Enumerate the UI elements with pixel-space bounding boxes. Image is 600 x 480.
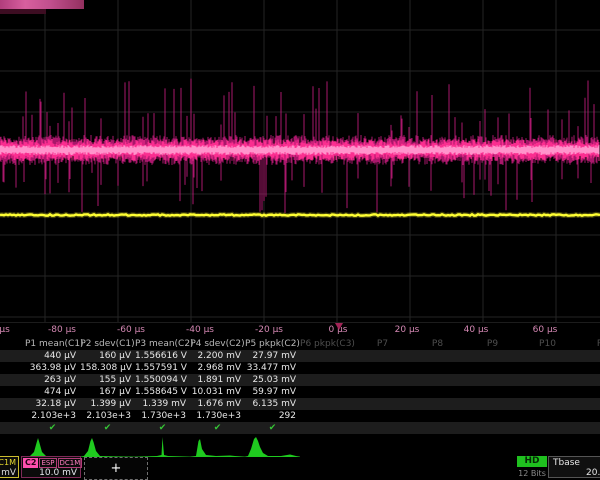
cell-p4-value: 2.200 mV (190, 350, 245, 362)
timebase-descriptor[interactable]: Tbase 20.0 μs/div (548, 456, 600, 478)
cell-p1-sdev: 32.18 μV (25, 398, 80, 410)
hd-bits-label: 12 Bits (512, 469, 552, 478)
cell-p5-num: 292 (245, 410, 300, 422)
table-row-sdev: 32.18 μV 1.399 μV 1.339 mV 1.676 mV 6.13… (0, 398, 600, 410)
table-row-num: 2.103e+3 2.103e+3 1.730e+3 1.730e+3 292 (0, 410, 600, 422)
timebase-scale: 20.0 μs/div (586, 468, 600, 478)
oscilloscope-screen: -100 μs -80 μs -60 μs -40 μs -20 μs 0 μs… (0, 0, 600, 480)
param-header-p7[interactable]: P7 (355, 338, 410, 350)
status-check-icon: ✔ (25, 422, 80, 434)
status-check-icon: ✔ (245, 422, 300, 434)
status-check-icon: ✔ (190, 422, 245, 434)
cell-p1-mean: 363.98 μV (25, 362, 80, 374)
param-header-p8[interactable]: P8 (410, 338, 465, 350)
param-header-p10[interactable]: P10 (520, 338, 575, 350)
status-check-icon: ✔ (80, 422, 135, 434)
param-header-p6[interactable]: P6 pkpk(C3) (300, 338, 355, 350)
cell-p3-sdev: 1.339 mV (135, 398, 190, 410)
cell-p1-num: 2.103e+3 (25, 410, 80, 422)
table-row-max: 474 μV 167 μV 1.558645 V 10.031 mV 59.97… (0, 386, 600, 398)
param-header-p9[interactable]: P9 (465, 338, 520, 350)
cell-p2-num: 2.103e+3 (80, 410, 135, 422)
param-header-p5[interactable]: P5 pkpk(C2) (245, 338, 300, 350)
cell-p2-sdev: 1.399 μV (80, 398, 135, 410)
table-row-min: 263 μV 155 μV 1.550094 V 1.891 mV 25.03 … (0, 374, 600, 386)
param-header-p2[interactable]: P2 sdev(C1) (80, 338, 135, 350)
histicon-p5 (245, 435, 300, 459)
trigger-position-icon[interactable] (335, 323, 343, 330)
c2-channel-badge: C2 (23, 458, 38, 468)
hd-mode-badge[interactable]: HD (517, 456, 547, 467)
time-tick-label: -40 μs (186, 325, 214, 335)
plus-icon: + (111, 461, 122, 476)
param-header-p1[interactable]: P1 mean(C1) (25, 338, 80, 350)
cell-p3-max: 1.558645 V (135, 386, 190, 398)
cell-p1-max: 474 μV (25, 386, 80, 398)
waveform-grid-area[interactable] (0, 0, 600, 322)
cell-p4-num: 1.730e+3 (190, 410, 245, 422)
table-header-row: P1 mean(C1) P2 sdev(C1) P3 mean(C2) P4 s… (0, 338, 600, 350)
cell-p5-sdev: 6.135 mV (245, 398, 300, 410)
table-row-mean: 363.98 μV 158.308 μV 1.557591 V 2.968 mV… (0, 362, 600, 374)
cell-p2-mean: 158.308 μV (80, 362, 135, 374)
cell-p4-sdev: 1.676 mV (190, 398, 245, 410)
cell-p5-value: 27.97 mV (245, 350, 300, 362)
param-header-p11-clipped: P1 (575, 338, 600, 350)
cell-p2-value: 160 μV (80, 350, 135, 362)
histicon-p4 (190, 435, 245, 459)
cell-p4-min: 1.891 mV (190, 374, 245, 386)
cell-p4-mean: 2.968 mV (190, 362, 245, 374)
clipped-pink-overlay-fragment (0, 0, 84, 9)
time-tick-label: 60 μs (533, 325, 558, 335)
channel-descriptor-c2[interactable]: C2 ESP DC1M 10.0 mV (21, 456, 81, 478)
cell-p3-value: 1.556616 V (135, 350, 190, 362)
cell-p2-min: 155 μV (80, 374, 135, 386)
add-trace-button[interactable]: + (84, 457, 148, 480)
measurement-table: P1 mean(C1) P2 sdev(C1) P3 mean(C2) P4 s… (0, 338, 600, 434)
time-tick-label: -80 μs (48, 325, 76, 335)
waveform-plot (0, 0, 600, 322)
param-header-p4[interactable]: P4 sdev(C2) (190, 338, 245, 350)
histicon-p2 (80, 435, 135, 459)
time-tick-label: -60 μs (117, 325, 145, 335)
c2-scale-value: 10.0 mV (39, 468, 77, 478)
channel-descriptor-c1[interactable]: C1 DC1M 0 mV (0, 456, 19, 478)
time-tick-label: -20 μs (255, 325, 283, 335)
time-tick-label: -100 μs (0, 325, 10, 335)
timebase-label: Tbase (553, 458, 580, 468)
histicon-p3 (135, 435, 190, 459)
cell-p3-min: 1.550094 V (135, 374, 190, 386)
cell-p2-max: 167 μV (80, 386, 135, 398)
cell-p4-max: 10.031 mV (190, 386, 245, 398)
c2-esp-badge: ESP (39, 458, 56, 468)
time-axis: -100 μs -80 μs -60 μs -40 μs -20 μs 0 μs… (0, 322, 600, 339)
c1-coupling-badge: C1 DC1M (0, 458, 16, 467)
cell-p5-max: 59.97 mV (245, 386, 300, 398)
c2-coupling-badge: DC1M (58, 458, 83, 468)
table-row-status: ✔ ✔ ✔ ✔ ✔ (0, 422, 600, 434)
status-check-icon: ✔ (135, 422, 190, 434)
table-row-value: 440 μV 160 μV 1.556616 V 2.200 mV 27.97 … (0, 350, 600, 362)
cell-p1-value: 440 μV (25, 350, 80, 362)
cell-p1-min: 263 μV (25, 374, 80, 386)
time-tick-label: 20 μs (395, 325, 420, 335)
cell-p5-min: 25.03 mV (245, 374, 300, 386)
cell-p5-mean: 33.477 mV (245, 362, 300, 374)
cell-p3-num: 1.730e+3 (135, 410, 190, 422)
cell-p3-mean: 1.557591 V (135, 362, 190, 374)
clipped-overlay-shadow (0, 9, 46, 14)
time-tick-label: 40 μs (464, 325, 489, 335)
c1-scale-value: 0 mV (0, 468, 16, 478)
param-header-p3[interactable]: P3 mean(C2) (135, 338, 190, 350)
